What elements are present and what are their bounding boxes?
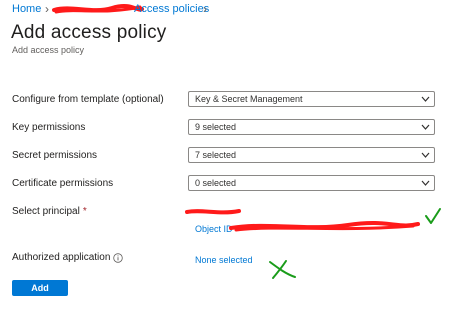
add-button[interactable]: Add [12,280,68,296]
authorized-application-link[interactable]: None selected [195,255,253,265]
select-principal-label-text: Select principal [12,206,80,217]
certificate-permissions-value: 0 selected [195,178,237,188]
certificate-permissions-label: Certificate permissions [12,178,114,189]
page-subtitle: Add access policy [12,45,85,55]
redaction-scribble [229,221,420,232]
template-label: Configure from template (optional) [12,94,164,105]
secret-permissions-label: Secret permissions [12,150,98,161]
template-value: Key & Secret Management [195,94,303,104]
breadcrumb-access-policies-link[interactable]: Access policies [134,3,209,15]
redaction-scribble [52,4,144,14]
certificate-permissions-dropdown[interactable]: 0 selected [188,175,435,191]
info-icon[interactable] [113,253,123,263]
template-dropdown[interactable]: Key & Secret Management [188,91,435,107]
chevron-right-icon: › [203,2,207,16]
page-title: Add access policy [11,22,167,43]
required-asterisk: * [82,206,87,217]
select-principal-label: Select principal * [12,206,87,217]
chevron-down-icon [421,180,430,186]
chevron-down-icon [421,96,430,102]
cross-annotation-icon [269,260,296,279]
breadcrumb-home-link[interactable]: Home [12,3,41,15]
secret-permissions-value: 7 selected [195,150,237,160]
key-permissions-label: Key permissions [12,122,86,133]
chevron-down-icon [421,124,430,130]
key-permissions-value: 9 selected [195,122,237,132]
chevron-right-icon: › [45,2,49,16]
authorized-application-label: Authorized application [12,252,111,263]
principal-object-id-link[interactable]: Object ID [195,224,233,234]
key-permissions-dropdown[interactable]: 9 selected [188,119,435,135]
chevron-down-icon [421,152,430,158]
checkmark-annotation-icon [425,208,441,224]
secret-permissions-dropdown[interactable]: 7 selected [188,147,435,163]
